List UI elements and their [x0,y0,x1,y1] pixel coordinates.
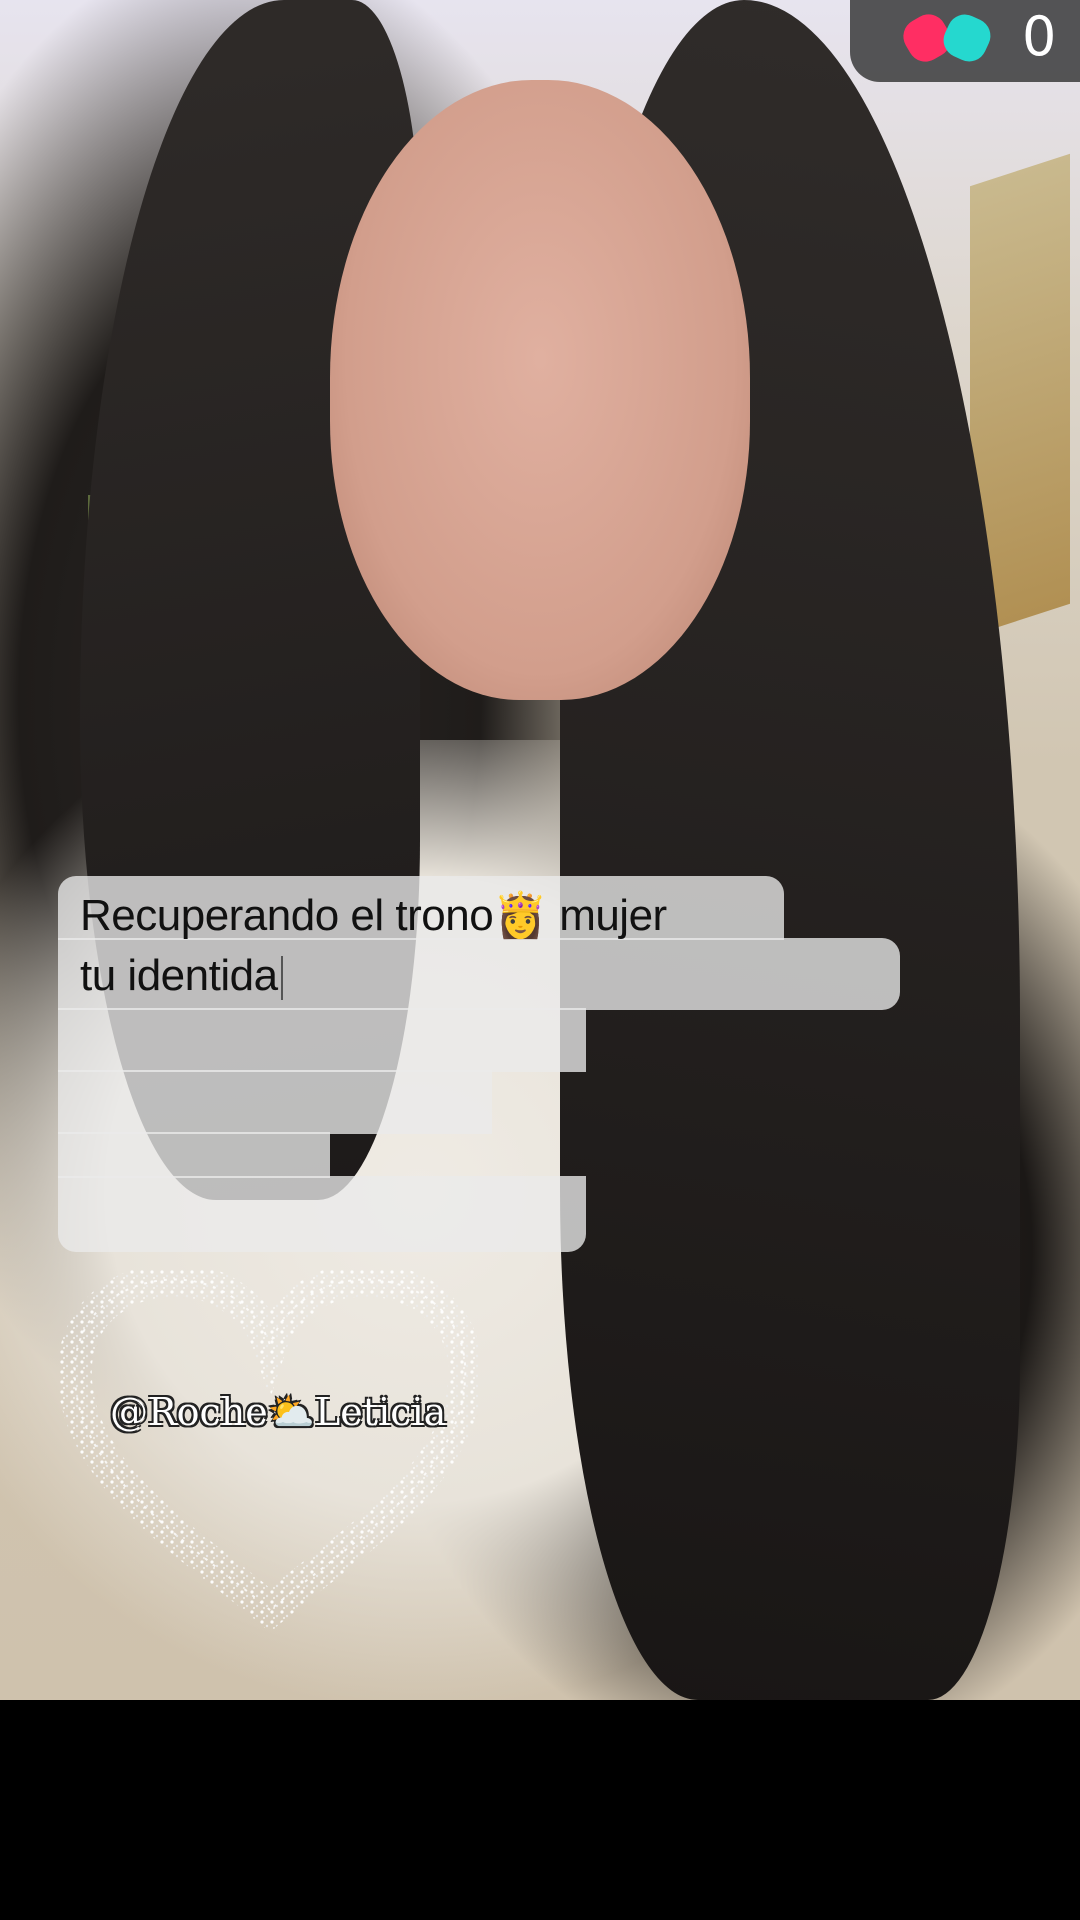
caption-line-2-text: tu identida [80,951,278,1000]
boxing-gloves-icon [896,6,1000,69]
heart-icon [57,1262,483,1633]
caption-text-editor[interactable]: Recuperando el trono👸 mujer tu identida [80,886,840,1006]
heart-sticker[interactable] [57,1262,483,1633]
face [330,80,750,700]
live-battle-badge[interactable]: 0 [850,0,1080,82]
live-count: 0 [1022,4,1057,68]
caption-bg-6 [58,1176,586,1252]
caption-bg-5 [58,1132,330,1178]
caption-bg-3 [58,1008,586,1072]
username-handle: @Roche⛅Leticia [110,1390,447,1434]
caption-bg-4 [58,1070,492,1134]
bottom-black-bar [0,1700,1080,1920]
caption-line-1: Recuperando el trono👸 mujer [80,891,667,940]
caption-line-2: tu identida [80,946,840,1006]
glove-right-icon [937,8,997,68]
text-cursor [280,956,283,1001]
